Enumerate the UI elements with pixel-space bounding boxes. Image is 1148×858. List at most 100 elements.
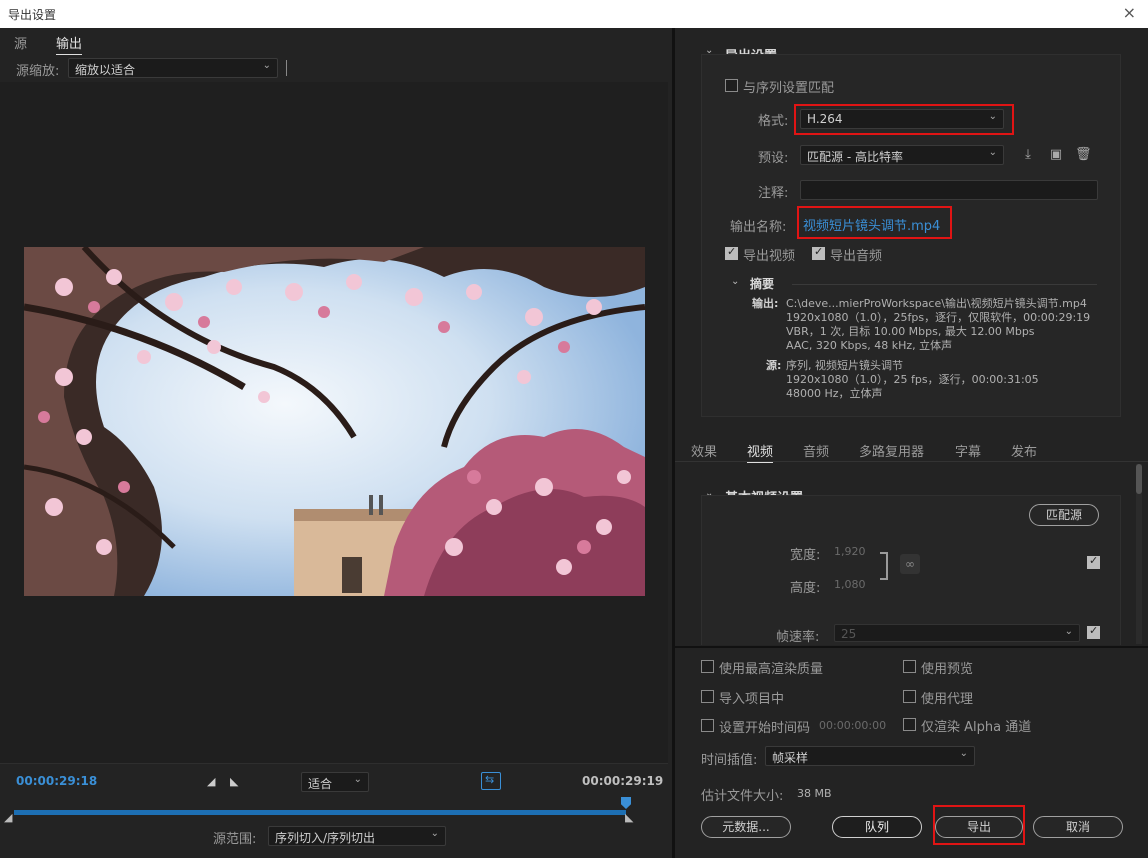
metadata-button[interactable]: 元数据... <box>701 816 791 838</box>
match-sequence-checkbox[interactable] <box>725 79 738 92</box>
tab-source[interactable]: 源 <box>14 33 27 52</box>
fps-value: 25 <box>841 627 857 641</box>
import-into-project-label: 导入项目中 <box>719 692 785 707</box>
source-range-value: 序列切入/序列切出 <box>275 831 376 845</box>
zoom-dropdown[interactable]: 缩放以适合 ⌄ <box>68 58 278 78</box>
zoom-label: 源缩放: <box>16 64 60 79</box>
chevron-down-icon[interactable]: ⌄ <box>731 276 739 287</box>
format-dropdown[interactable]: H.264 ⌄ <box>800 109 1004 129</box>
fps-dropdown[interactable]: 25 ⌄ <box>834 624 1080 642</box>
chevron-down-icon: ⌄ <box>262 60 271 71</box>
range-end-handle[interactable]: ◣ <box>625 811 633 824</box>
range-track[interactable] <box>14 810 626 815</box>
start-timecode-value[interactable]: 00:00:00:00 <box>819 719 886 733</box>
export-audio-checkbox[interactable] <box>812 245 825 260</box>
match-fps-checkbox[interactable] <box>1087 624 1100 639</box>
settings-panel: ⌄ 导出设置 与序列设置匹配 格式: H.264 ⌄ 预设: 匹配源 - 高比特… <box>672 28 1148 858</box>
range-start-handle[interactable]: ◢ <box>4 811 12 824</box>
chevron-down-icon: ⌄ <box>988 111 997 122</box>
match-sequence-label: 与序列设置匹配 <box>743 81 835 96</box>
fit-frame-icon[interactable]: ⇆ <box>481 772 501 790</box>
zoom-row: 源缩放: 缩放以适合 ⌄ <box>0 56 668 80</box>
fps-label: 帧速率: <box>776 630 820 645</box>
output-options: 使用最高渲染质量 使用预览 导入项目中 使用代理 设置开始时间码 00:00:0… <box>675 646 1148 858</box>
tab-effects[interactable]: 效果 <box>691 441 717 460</box>
current-timecode[interactable]: 00:00:29:18 <box>16 774 97 788</box>
use-previews-label: 使用预览 <box>921 662 974 677</box>
use-proxies-checkbox[interactable] <box>903 690 916 703</box>
tab-captions[interactable]: 字幕 <box>955 441 981 460</box>
export-button[interactable]: 导出 <box>935 816 1023 838</box>
comment-label: 注释: <box>758 186 789 201</box>
width-value[interactable]: 1,920 <box>834 545 866 559</box>
close-icon[interactable]: × <box>1123 3 1136 22</box>
chevron-down-icon: ⌄ <box>353 774 362 785</box>
export-video-checkbox[interactable] <box>725 245 738 260</box>
max-render-quality-label: 使用最高渲染质量 <box>719 662 824 677</box>
output-name-link[interactable]: 视频短片镜头调节.mp4 <box>803 215 940 234</box>
summary-source-line: 序列, 视频短片镜头调节 <box>786 359 903 372</box>
fit-value: 适合 <box>308 777 333 791</box>
source-range-dropdown[interactable]: 序列切入/序列切出 ⌄ <box>268 826 446 846</box>
playhead[interactable] <box>621 797 631 809</box>
preview-tabs: 源 输出 <box>0 28 668 55</box>
max-render-quality-checkbox[interactable] <box>701 660 714 673</box>
summary-source-label: 源: <box>766 359 782 372</box>
link-icon[interactable]: ∞ <box>900 554 920 574</box>
chevron-down-icon: ⌄ <box>959 748 968 759</box>
comment-field[interactable] <box>800 180 1098 200</box>
queue-button[interactable]: 队列 <box>832 816 922 838</box>
tab-audio[interactable]: 音频 <box>803 441 829 460</box>
import-into-project-checkbox[interactable] <box>701 690 714 703</box>
settings-scrollbar[interactable] <box>1136 464 1142 644</box>
fit-dropdown[interactable]: 适合 ⌄ <box>301 772 369 792</box>
save-preset-icon[interactable]: ▣ <box>1048 147 1064 163</box>
chevron-down-icon: ⌄ <box>988 147 997 158</box>
divider <box>286 60 287 76</box>
export-settings-window: 导出设置 × 源 输出 源缩放: 缩放以适合 ⌄ 00:00:29:18 ◢ ◣… <box>0 0 1148 858</box>
set-start-timecode-checkbox[interactable] <box>701 719 714 732</box>
export-settings-section: 与序列设置匹配 格式: H.264 ⌄ 预设: 匹配源 - 高比特率 ⌄ ⤓ ▣… <box>701 54 1121 417</box>
chevron-down-icon: ⌄ <box>1064 626 1073 637</box>
height-value[interactable]: 1,080 <box>834 578 866 592</box>
est-size-value: 38 MB <box>797 787 832 800</box>
render-alpha-label: 仅渲染 Alpha 通道 <box>921 720 1032 735</box>
time-interp-dropdown[interactable]: 帧采样 ⌄ <box>765 746 975 766</box>
link-bracket <box>880 552 888 580</box>
tab-publish[interactable]: 发布 <box>1011 441 1037 460</box>
use-proxies-label: 使用代理 <box>921 692 974 707</box>
timeline-bar: 00:00:29:18 ◢ ◣ 适合 ⌄ ⇆ 00:00:29:19 ◢ ◣ 源… <box>0 763 668 858</box>
summary-source-line: 1920x1080（1.0），25 fps，逐行，00:00:31:05 <box>786 373 1039 386</box>
divider <box>792 284 1097 285</box>
tab-video[interactable]: 视频 <box>747 441 774 463</box>
summary-output-line: 1920x1080（1.0），25fps，逐行，仅限软件，00:00:29:19 <box>786 311 1091 324</box>
set-start-timecode-label: 设置开始时间码 <box>719 721 811 736</box>
preview-panel: 源 输出 源缩放: 缩放以适合 ⌄ 00:00:29:18 ◢ ◣ 适合 ⌄ ⇆… <box>0 28 668 858</box>
preset-label: 预设: <box>758 151 789 166</box>
summary-output-line: VBR，1 次, 目标 10.00 Mbps, 最大 12.00 Mbps <box>786 325 1035 338</box>
cancel-button[interactable]: 取消 <box>1033 816 1123 838</box>
window-title: 导出设置 <box>8 8 57 22</box>
export-audio-label: 导出音频 <box>830 249 883 264</box>
chevron-down-icon: ⌄ <box>430 828 439 839</box>
match-source-button[interactable]: 匹配源 <box>1029 504 1099 526</box>
match-dimensions-checkbox[interactable] <box>1087 554 1100 569</box>
mark-in-icon[interactable]: ◢ <box>207 775 215 788</box>
tab-multiplexer[interactable]: 多路复用器 <box>859 441 924 460</box>
format-value: H.264 <box>807 112 843 126</box>
est-size-label: 估计文件大小: <box>701 789 784 804</box>
summary-output-line: C:\deve...mierProWorkspace\输出\视频短片镜头调节.m… <box>786 297 1087 310</box>
preset-dropdown[interactable]: 匹配源 - 高比特率 ⌄ <box>800 145 1004 165</box>
mark-out-icon[interactable]: ◣ <box>230 775 238 788</box>
use-previews-checkbox[interactable] <box>903 660 916 673</box>
render-alpha-checkbox[interactable] <box>903 718 916 731</box>
preset-value: 匹配源 - 高比特率 <box>807 150 903 164</box>
output-name-label: 输出名称: <box>730 220 787 235</box>
height-label: 高度: <box>790 581 821 596</box>
end-timecode: 00:00:29:19 <box>582 774 664 788</box>
width-label: 宽度: <box>790 548 821 563</box>
delete-preset-icon[interactable]: 🗑 <box>1075 147 1092 163</box>
summary-output-label: 输出: <box>752 297 779 310</box>
tab-output[interactable]: 输出 <box>56 33 83 55</box>
import-preset-icon[interactable]: ⤓ <box>1020 147 1036 163</box>
